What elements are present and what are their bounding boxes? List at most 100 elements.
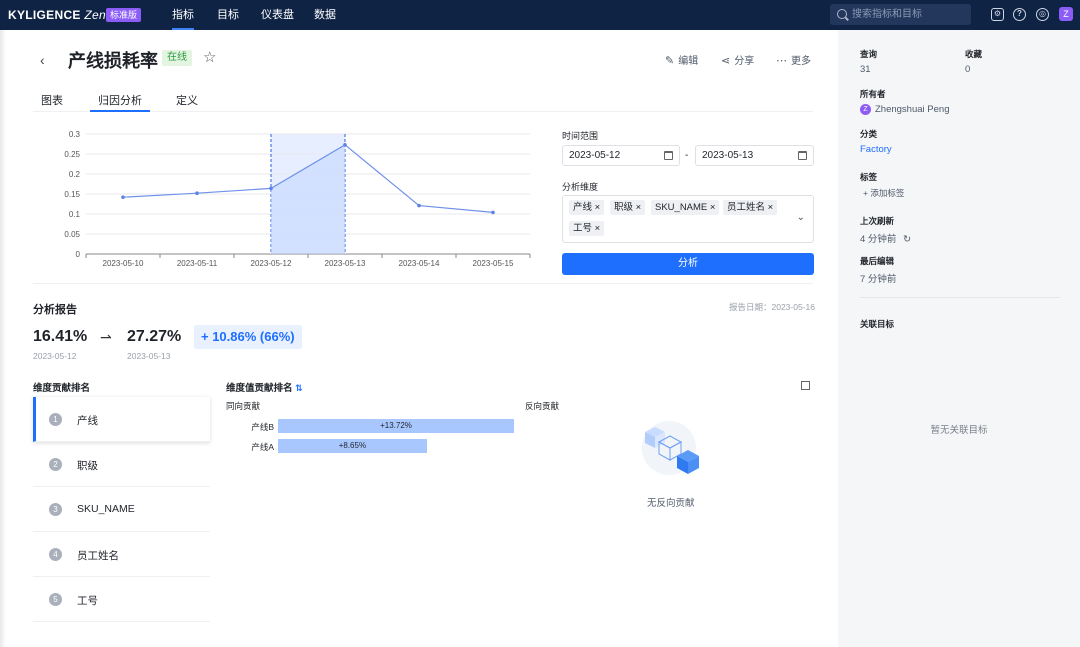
search-input[interactable]: 搜索指标和目标 bbox=[830, 4, 971, 25]
line-chart: 0 0.05 0.1 0.15 0.2 0.25 0.3 2023-05-10 2023-05-… bbox=[64, 130, 531, 268]
negative-label: 反向贡献 bbox=[525, 401, 560, 411]
dims-multiselect[interactable]: 产线 × 职级 × SKU_NAME × 员工姓名 × 工号 × ⌄ bbox=[562, 195, 814, 243]
share-button[interactable]: ⋖ 分享 bbox=[721, 52, 754, 67]
nav-metrics[interactable]: 指标 bbox=[172, 0, 194, 30]
dim-chip[interactable]: 职级 × bbox=[610, 200, 646, 215]
favorites-label: 收藏 bbox=[965, 49, 983, 59]
rank-label: 工号 bbox=[77, 595, 98, 607]
data-point bbox=[195, 191, 199, 195]
calendar-icon bbox=[798, 151, 807, 160]
chip-close-icon[interactable]: × bbox=[768, 202, 774, 213]
owner-name: Zhengshuai Peng bbox=[875, 104, 950, 115]
date-separator: - bbox=[685, 150, 689, 161]
data-point bbox=[269, 186, 273, 191]
more-icon: ⋯ bbox=[776, 55, 787, 67]
empty-cubes-icon bbox=[642, 421, 699, 475]
x-tick-label: 2023-05-13 bbox=[325, 259, 366, 268]
divider bbox=[33, 283, 813, 284]
data-point bbox=[121, 195, 125, 199]
dim-chip[interactable]: 产线 × bbox=[569, 200, 605, 215]
right-sidebar: 查询 31 收藏 0 所有者 Z Zhengshuai Peng 分类 Fact… bbox=[838, 30, 1080, 647]
y-tick-label: 0.2 bbox=[69, 170, 81, 179]
chip-close-icon[interactable]: × bbox=[595, 202, 601, 213]
table-icon[interactable] bbox=[801, 381, 810, 390]
chevron-down-icon[interactable]: ⌄ bbox=[797, 212, 805, 223]
share-icon: ⋖ bbox=[721, 55, 731, 67]
sort-icon[interactable]: ⇅ bbox=[295, 383, 303, 393]
y-tick-label: 0.15 bbox=[64, 190, 80, 199]
contribution-bar[interactable]: +13.72% bbox=[278, 419, 514, 433]
end-date-input[interactable]: 2023-05-13 bbox=[695, 145, 814, 166]
settings-icon[interactable]: ⚙ bbox=[991, 8, 1004, 21]
star-icon[interactable]: ☆ bbox=[203, 48, 216, 66]
analyze-button[interactable]: 分析 bbox=[562, 253, 814, 275]
x-tick-label: 2023-05-12 bbox=[251, 259, 292, 268]
category-link[interactable]: Factory bbox=[860, 144, 892, 155]
rank-number: 1 bbox=[49, 413, 62, 426]
chip-close-icon[interactable]: × bbox=[595, 223, 601, 234]
x-tick-label: 2023-05-11 bbox=[177, 259, 218, 268]
related-goals-empty: 暂无关联目标 bbox=[930, 425, 988, 436]
owner-avatar: Z bbox=[860, 104, 871, 115]
to-date: 2023-05-13 bbox=[127, 351, 171, 361]
rank-number: 3 bbox=[49, 503, 62, 516]
nav-data[interactable]: 数据 bbox=[314, 0, 336, 30]
chip-close-icon[interactable]: × bbox=[636, 202, 642, 213]
y-tick-label: 0.3 bbox=[69, 130, 81, 139]
last-edit-value: 7 分钟前 bbox=[860, 274, 897, 285]
y-tick-label: 0.25 bbox=[64, 150, 80, 159]
dim-chip[interactable]: 员工姓名 × bbox=[723, 200, 778, 215]
list-item[interactable]: 3 SKU_NAME bbox=[33, 487, 210, 532]
app-logo[interactable]: KYLIGENCE Zen bbox=[8, 8, 106, 22]
rank-number: 5 bbox=[49, 593, 62, 606]
rank-number: 2 bbox=[49, 458, 62, 471]
delta-badge: + 10.86% (66%) bbox=[194, 325, 302, 349]
back-icon[interactable]: ‹ bbox=[40, 52, 45, 68]
refresh-icon[interactable]: ↻ bbox=[903, 234, 911, 245]
value-rank-label: 维度值贡献排名 ⇅ bbox=[226, 383, 303, 394]
list-item[interactable]: 4 员工姓名 bbox=[33, 532, 210, 577]
favorites-value: 0 bbox=[965, 64, 971, 75]
dim-chip[interactable]: 工号 × bbox=[569, 221, 605, 236]
list-item[interactable]: 5 工号 bbox=[33, 577, 210, 622]
plan-badge: 标准版 bbox=[106, 8, 142, 22]
chip-close-icon[interactable]: × bbox=[710, 202, 716, 213]
calendar-icon bbox=[664, 151, 673, 160]
category-label: 分类 bbox=[860, 129, 878, 139]
add-tag-button[interactable]: + 添加标签 bbox=[863, 187, 904, 199]
tab-attribution[interactable]: 归因分析 bbox=[90, 92, 150, 112]
contribution-bar[interactable]: +8.65% bbox=[278, 439, 427, 453]
y-tick-label: 0 bbox=[76, 250, 81, 259]
data-point bbox=[491, 210, 495, 215]
dim-chip[interactable]: SKU_NAME × bbox=[651, 200, 720, 215]
user-avatar[interactable]: Z bbox=[1059, 7, 1073, 21]
nav-goals[interactable]: 目标 bbox=[217, 0, 239, 30]
tags-label: 标签 bbox=[860, 172, 878, 182]
start-date-input[interactable]: 2023-05-12 bbox=[562, 145, 680, 166]
x-tick-label: 2023-05-15 bbox=[473, 259, 514, 268]
edit-button[interactable]: ✎ 编辑 bbox=[665, 52, 698, 67]
tab-definition[interactable]: 定义 bbox=[176, 92, 198, 112]
owner-label: 所有者 bbox=[860, 89, 886, 99]
list-item[interactable]: 2 职级 bbox=[33, 442, 210, 487]
plus-icon: + bbox=[863, 188, 868, 198]
bar-label: 产线B bbox=[251, 422, 274, 432]
divider bbox=[860, 297, 1060, 298]
from-value: 16.41% bbox=[33, 328, 88, 345]
last-refresh-value: 4 分钟前 ↻ bbox=[860, 234, 912, 245]
tab-chart[interactable]: 图表 bbox=[41, 92, 63, 112]
dim-rank-label: 维度贡献排名 bbox=[33, 383, 91, 394]
globe-icon[interactable]: ◎ bbox=[1036, 8, 1049, 21]
nav-dashboards[interactable]: 仪表盘 bbox=[261, 0, 294, 30]
x-tick-label: 2023-05-14 bbox=[399, 259, 440, 268]
list-item[interactable]: 1 产线 bbox=[33, 397, 210, 442]
rank-label: 职级 bbox=[77, 460, 98, 472]
rank-label: 产线 bbox=[77, 415, 98, 427]
more-button[interactable]: ⋯ 更多 bbox=[776, 52, 811, 67]
report-date: 报告日期：2023-05-16 bbox=[729, 302, 815, 312]
help-icon[interactable]: ? bbox=[1013, 8, 1026, 21]
rank-label: SKU_NAME bbox=[77, 503, 135, 515]
rank-number: 4 bbox=[49, 548, 62, 561]
last-refresh-label: 上次刷新 bbox=[860, 216, 895, 226]
data-point bbox=[343, 143, 347, 147]
